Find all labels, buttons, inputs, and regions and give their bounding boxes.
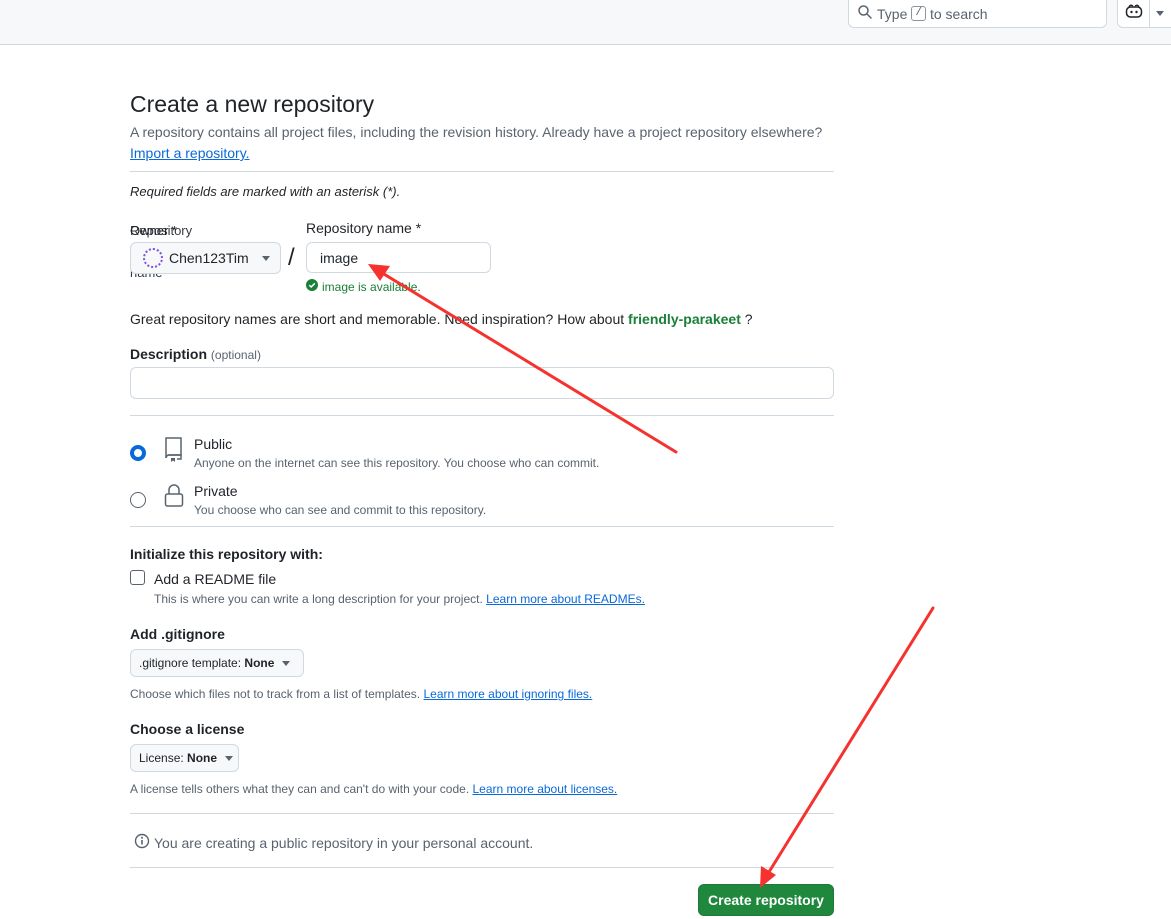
gitignore-template-select[interactable]: .gitignore template: None xyxy=(130,649,304,677)
lock-icon xyxy=(163,483,185,509)
copilot-icon xyxy=(1125,3,1143,24)
initialize-label: Initialize this repository with: xyxy=(130,546,323,562)
private-description: You choose who can see and commit to thi… xyxy=(194,503,487,517)
suggestion-suffix: ? xyxy=(744,311,753,327)
check-circle-icon xyxy=(306,279,318,294)
suggested-name-button[interactable]: friendly-parakeet xyxy=(628,311,741,327)
info-note: You are creating a public repository in … xyxy=(134,833,533,852)
private-title: Private xyxy=(194,483,238,499)
public-description: Anyone on the internet can see this repo… xyxy=(194,456,600,470)
license-select-value: None xyxy=(187,751,218,765)
description-label-text: Description xyxy=(130,346,208,362)
gitignore-select-prefix: .gitignore template: xyxy=(139,656,242,670)
gitignore-learn-more-link[interactable]: Learn more about ignoring files. xyxy=(423,687,592,701)
page-subtitle: A repository contains all project files,… xyxy=(130,124,823,140)
divider xyxy=(130,415,834,416)
search-suffix: to search xyxy=(929,5,988,22)
copilot-divider xyxy=(1149,0,1150,28)
divider xyxy=(130,526,834,527)
search-input[interactable]: Type / to search xyxy=(848,0,1107,28)
readme-description-text: This is where you can write a long descr… xyxy=(154,592,483,606)
dropdown-caret-icon xyxy=(282,660,291,666)
divider xyxy=(130,867,834,868)
required-fields-note: Required fields are marked with an aster… xyxy=(130,184,401,199)
annotation-arrow-to-create-button xyxy=(760,606,935,888)
license-learn-more-link[interactable]: Learn more about licenses. xyxy=(473,782,618,796)
description-label: Description (optional) xyxy=(130,346,261,362)
private-radio[interactable] xyxy=(130,492,146,508)
readme-learn-more-link[interactable]: Learn more about READMEs. xyxy=(486,592,645,606)
search-shortcut-key: / xyxy=(911,6,926,21)
info-note-text: You are creating a public repository in … xyxy=(154,834,534,851)
owner-select[interactable]: Chen123Tim xyxy=(130,242,281,274)
availability-status: image is available. xyxy=(306,279,421,294)
description-optional-text: (optional) xyxy=(210,348,261,362)
copilot-caret-icon[interactable] xyxy=(1156,11,1164,16)
description-input[interactable] xyxy=(130,367,834,399)
divider xyxy=(130,171,834,172)
availability-text: image is available. xyxy=(322,279,421,294)
gitignore-select-value: None xyxy=(244,656,275,670)
license-label: Choose a license xyxy=(130,721,245,737)
license-hint-text: A license tells others what they can and… xyxy=(130,782,470,796)
visibility-private-option[interactable]: Private You choose who can see and commi… xyxy=(130,483,834,523)
gitignore-hint-text: Choose which files not to track from a l… xyxy=(130,687,421,701)
create-repository-button[interactable]: Create repository xyxy=(698,884,834,916)
license-hint: A license tells others what they can and… xyxy=(130,782,617,796)
info-icon xyxy=(134,833,150,852)
readme-checkbox[interactable] xyxy=(130,570,145,585)
license-select-prefix: License: xyxy=(139,751,184,765)
owner-repo-separator: / xyxy=(288,244,295,271)
public-radio[interactable] xyxy=(130,445,146,461)
gitignore-label: Add .gitignore xyxy=(130,626,225,642)
divider xyxy=(130,813,834,814)
copilot-button[interactable] xyxy=(1117,0,1171,28)
avatar xyxy=(143,248,163,268)
suggestion-prefix: Great repository names are short and mem… xyxy=(130,311,625,327)
gitignore-hint: Choose which files not to track from a l… xyxy=(130,687,592,701)
repo-name-label: Repository name * xyxy=(306,220,422,236)
repo-icon xyxy=(163,436,185,462)
visibility-public-option[interactable]: Public Anyone on the internet can see th… xyxy=(130,436,834,476)
owner-value: Chen123Tim xyxy=(169,250,249,266)
public-title: Public xyxy=(194,436,233,452)
readme-description: This is where you can write a long descr… xyxy=(154,592,645,606)
search-prefix: Type xyxy=(877,5,908,22)
search-icon xyxy=(857,4,873,23)
dropdown-caret-icon xyxy=(262,255,270,261)
readme-label[interactable]: Add a README file xyxy=(154,571,276,587)
page-title: Create a new repository xyxy=(130,91,375,117)
top-header: Type / to search xyxy=(0,0,1171,45)
import-repository-link[interactable]: Import a repository. xyxy=(130,145,250,161)
name-suggestion: Great repository names are short and mem… xyxy=(130,311,753,327)
dropdown-caret-icon xyxy=(225,755,234,761)
license-select[interactable]: License: None xyxy=(130,744,239,772)
repo-name-input[interactable] xyxy=(306,242,491,273)
